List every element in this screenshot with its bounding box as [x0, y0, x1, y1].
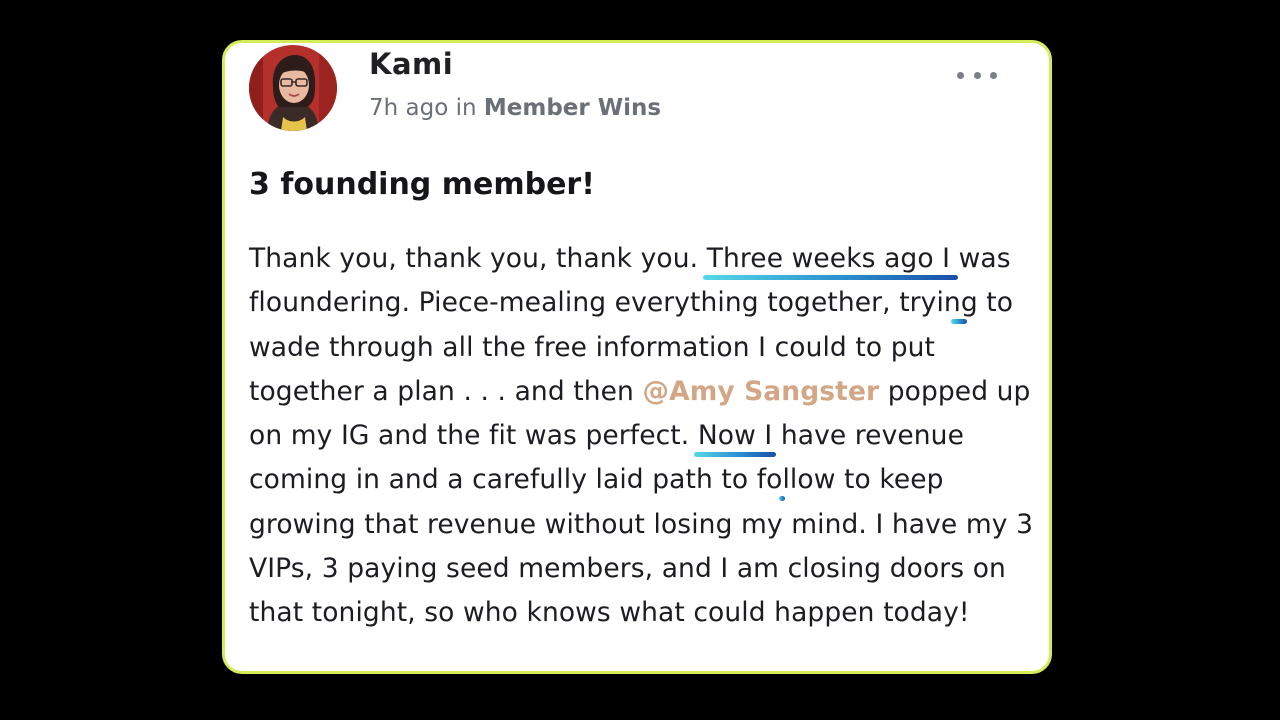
underline-stroke	[950, 319, 967, 325]
more-options-button[interactable]	[957, 69, 997, 81]
post-card: Kami 7h ago in Member Wins 3 founding me…	[222, 40, 1052, 674]
post-title: 3 founding member!	[249, 167, 595, 202]
space-link[interactable]: Member Wins	[484, 95, 661, 121]
mention-link[interactable]: @Amy Sangster	[642, 376, 879, 407]
more-horizontal-icon	[957, 71, 964, 79]
more-horizontal-icon-dot	[973, 71, 981, 79]
author-avatar[interactable]	[249, 45, 337, 131]
body-text: Thank you, thank you, thank you.	[249, 243, 699, 274]
post-in-label: in	[455, 95, 477, 121]
highlighted-text: Three weeks ago I	[702, 243, 959, 280]
more-horizontal-icon-dot	[990, 71, 997, 79]
underline-stroke	[693, 452, 777, 458]
post-meta: 7h ago in Member Wins	[369, 95, 661, 121]
highlight-phrase-2a: Now I	[697, 420, 773, 452]
avatar-image	[249, 45, 337, 131]
post-time: 7h ago	[369, 95, 449, 121]
highlighted-text: Now I	[693, 420, 777, 458]
underline-stroke	[778, 496, 785, 502]
highlight-phrase-1a: Three weeks ago I	[706, 243, 951, 274]
post-body: Thank you, thank you, thank you. Three w…	[249, 237, 1049, 636]
underline-stroke	[702, 275, 959, 280]
author-name[interactable]: Kami	[369, 47, 453, 81]
